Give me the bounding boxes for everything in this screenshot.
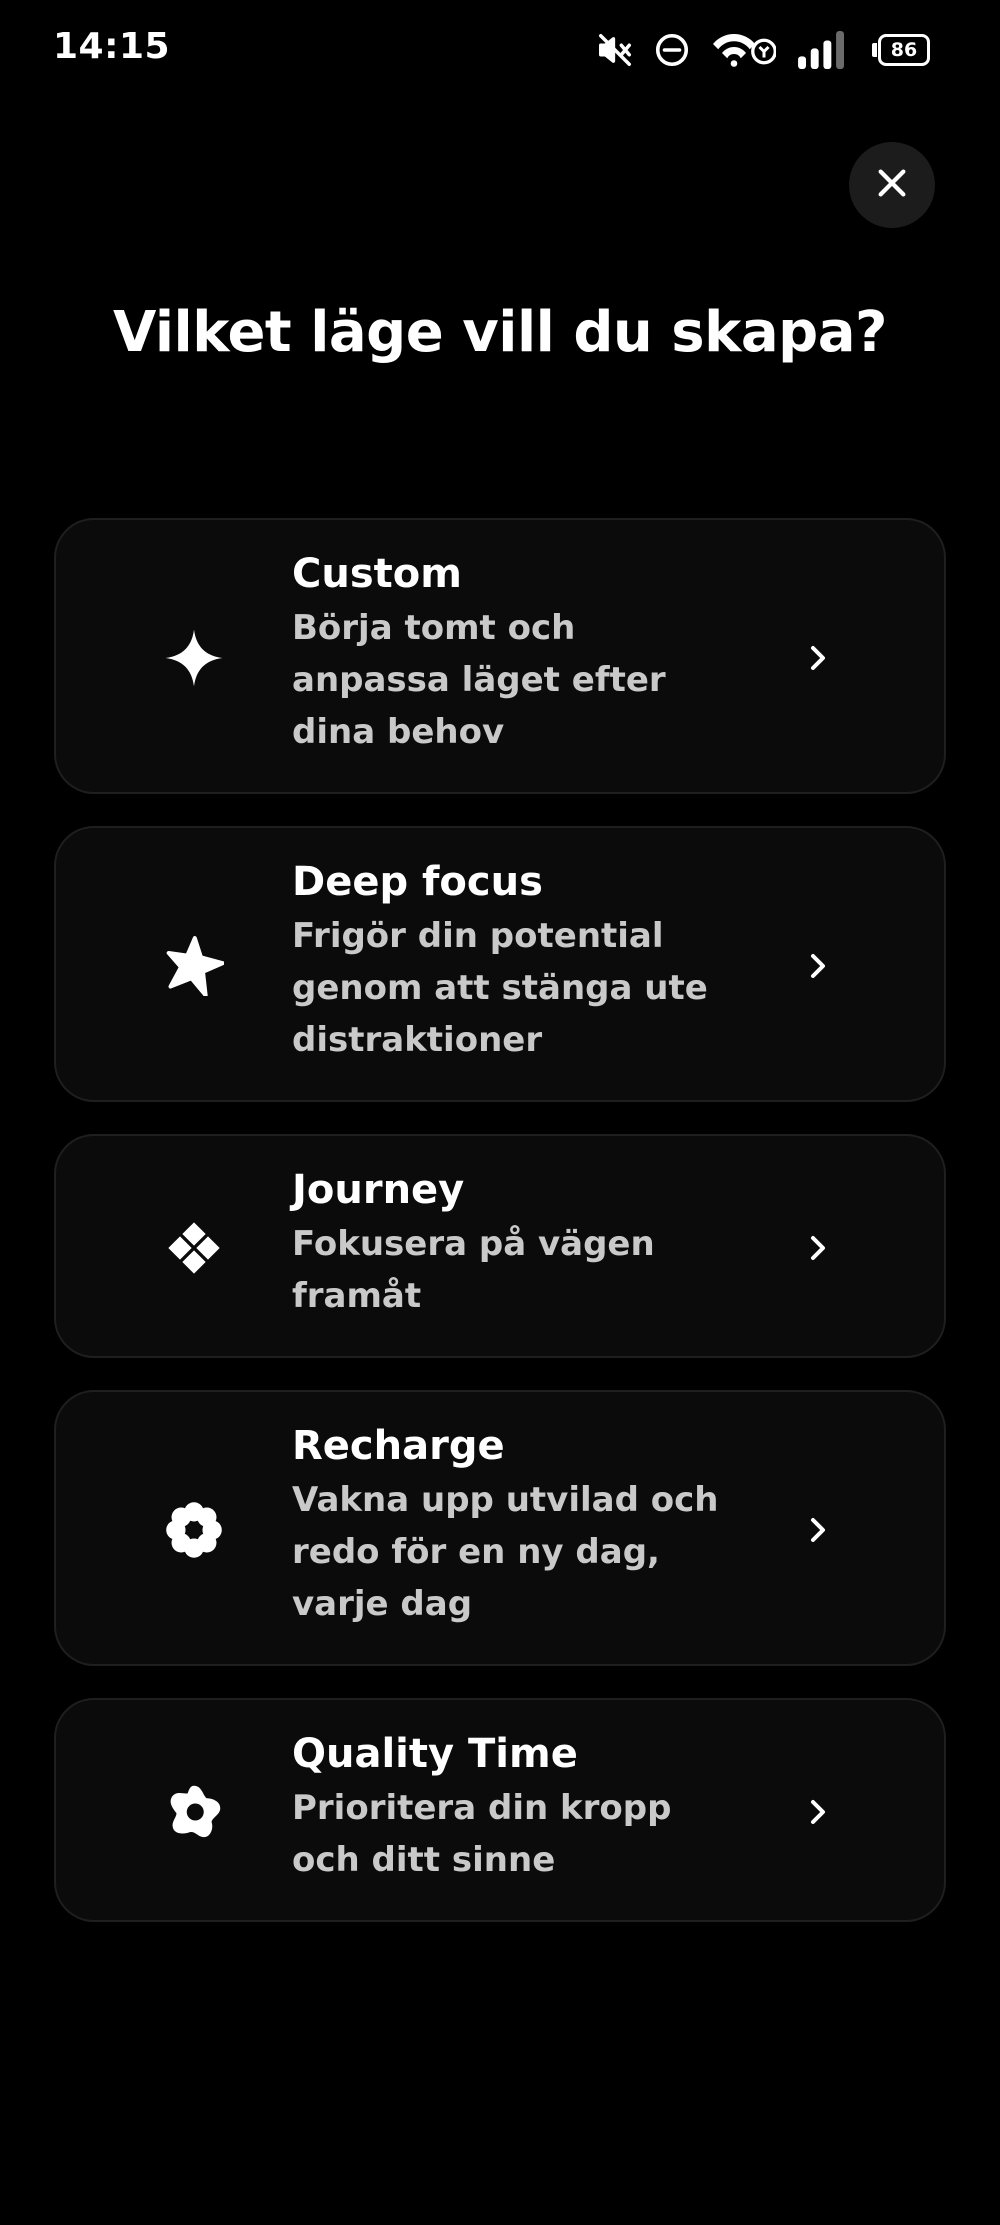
mode-card-recharge[interactable]: Recharge Vakna upp utvilad och redo för …	[54, 1390, 946, 1666]
close-icon	[875, 166, 909, 204]
mode-text: Quality Time Prioritera din kropp och di…	[292, 1728, 732, 1886]
mode-description: Fokusera på vägen framåt	[292, 1224, 655, 1316]
sparkle-icon	[156, 620, 232, 696]
battery-level: 86	[890, 38, 918, 61]
mode-text: Recharge Vakna upp utvilad och redo för …	[292, 1420, 732, 1630]
mode-card-deep-focus[interactable]: Deep focus Frigör din potential genom at…	[54, 826, 946, 1102]
wifi-icon	[710, 32, 776, 68]
mute-icon	[596, 31, 634, 69]
status-icons: 86	[596, 26, 930, 74]
chevron-right-icon	[796, 636, 840, 680]
battery-icon: 86	[872, 34, 930, 66]
mode-text: Journey Fokusera på vägen framåt	[292, 1164, 732, 1322]
mode-title: Journey	[292, 1167, 465, 1213]
page-title: Vilket läge vill du skapa?	[112, 300, 888, 365]
mode-title: Quality Time	[292, 1731, 578, 1777]
chevron-right-icon	[796, 944, 840, 988]
pinwheel-star-icon	[156, 928, 232, 1004]
chevron-right-icon	[796, 1508, 840, 1552]
mode-description: Börja tomt och anpassa läget efter dina …	[292, 608, 666, 752]
close-button[interactable]	[849, 142, 935, 228]
mode-card-journey[interactable]: Journey Fokusera på vägen framåt	[54, 1134, 946, 1358]
mode-text: Custom Börja tomt och anpassa läget efte…	[292, 548, 732, 758]
mode-description: Vakna upp utvilad och redo för en ny dag…	[292, 1480, 719, 1624]
status-time: 14:15	[53, 26, 171, 67]
diamond-cluster-icon	[156, 1210, 232, 1286]
mode-card-custom[interactable]: Custom Börja tomt och anpassa läget efte…	[54, 518, 946, 794]
mode-text: Deep focus Frigör din potential genom at…	[292, 856, 732, 1066]
mode-card-quality-time[interactable]: Quality Time Prioritera din kropp och di…	[54, 1698, 946, 1922]
do-not-disturb-icon	[654, 32, 690, 68]
mode-description: Prioritera din kropp och ditt sinne	[292, 1788, 672, 1880]
signal-icon	[796, 31, 854, 69]
mode-title: Deep focus	[292, 859, 543, 905]
flower-icon	[156, 1492, 232, 1568]
mode-title: Custom	[292, 551, 462, 597]
chevron-right-icon	[796, 1790, 840, 1834]
chevron-right-icon	[796, 1226, 840, 1270]
mode-description: Frigör din potential genom att stänga ut…	[292, 916, 708, 1060]
blob-flower-icon	[156, 1774, 232, 1850]
status-bar: 14:15 86	[0, 0, 1000, 100]
mode-title: Recharge	[292, 1423, 505, 1469]
